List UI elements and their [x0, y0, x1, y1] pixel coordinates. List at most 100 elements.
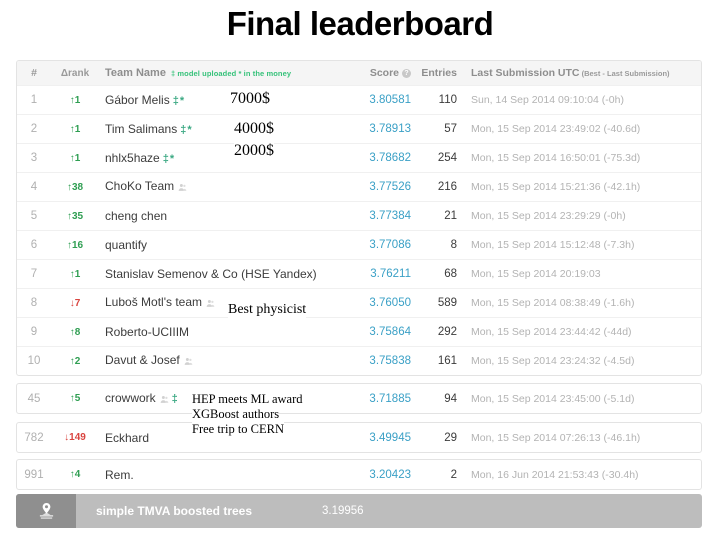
- row-entries: 94: [444, 392, 457, 405]
- row-entries: 2: [450, 468, 457, 481]
- row-last-submission: Mon, 15 Sep 2014 23:44:42 (-44d): [471, 326, 632, 338]
- row-delta-rank: ↑1: [69, 268, 81, 280]
- table-row[interactable]: 991 ↑4 Rem. 3.20423 2 Mon, 16 Jun 2014 21:53:…: [17, 460, 701, 489]
- team-name-text: Stanislav Semenov & Co (HSE Yandex): [105, 267, 317, 281]
- row-entries: 68: [444, 268, 457, 280]
- table-row[interactable]: 6 ↑16 quantify 3.77086 8 Mon, 15 Sep 2014 15:…: [17, 230, 701, 259]
- team-name-text: nhlx5haze: [105, 151, 160, 165]
- row-rank: 45: [27, 392, 41, 405]
- row-team-name[interactable]: Davut & Josef: [99, 353, 337, 369]
- table-row[interactable]: 10 ↑2 Davut & Josef 3.75838 161 Mon, 15 Sep 2…: [17, 346, 701, 375]
- model-uploaded-mark: ‡: [180, 124, 187, 136]
- row-rank: 8: [30, 297, 38, 309]
- page-title: Final leaderboard: [226, 5, 494, 42]
- table-row[interactable]: 2 ↑1 Tim Salimans ‡* 3.78913 57 Mon, 15 Sep 20…: [17, 114, 701, 143]
- row-delta-rank: ↑16: [66, 239, 84, 251]
- benchmark-team-name: simple TMVA boosted trees: [96, 504, 253, 518]
- team-name-text: Luboš Motl's team: [105, 295, 203, 309]
- question-mark-icon[interactable]: ?: [402, 69, 411, 78]
- table-row[interactable]: 4 ↑38 ChoKo Team 3.77526 216 Mon, 15 Sep 2014…: [17, 172, 701, 201]
- row-rank: 4: [30, 181, 38, 193]
- row-team-name[interactable]: Tim Salimans ‡*: [99, 122, 337, 136]
- annotation-hep-award-line1: HEP meets ML award: [192, 392, 303, 408]
- leaderboard: # Δrank Team Name ‡ model uploaded * in the…: [16, 60, 702, 528]
- benchmark-row[interactable]: simple TMVA boosted trees 3.19956: [16, 494, 702, 528]
- row-score: 3.78682: [369, 152, 411, 164]
- row-entries: 110: [438, 94, 457, 106]
- row-rank: 782: [24, 431, 44, 444]
- row-team-name[interactable]: Rem.: [99, 468, 337, 482]
- row-last-submission: Mon, 15 Sep 2014 23:45:00 (-5.1d): [471, 392, 635, 405]
- team-name-text: Eckhard: [105, 430, 150, 445]
- row-rank: 9: [30, 326, 38, 338]
- table-row[interactable]: 3 ↑1 nhlx5haze ‡* 3.78682 254 Mon, 15 Sep 2014…: [17, 143, 701, 172]
- row-score: 3.71885: [369, 392, 411, 405]
- row-entries: 589: [437, 297, 457, 309]
- row-last-submission: Mon, 15 Sep 2014 23:24:32 (-4.5d): [471, 355, 635, 367]
- row-entries: 8: [450, 239, 457, 251]
- table-row[interactable]: 5 ↑35 cheng chen 3.77384 21 Mon, 15 Sep 2014 …: [17, 201, 701, 230]
- row-team-name[interactable]: Roberto-UCIIIM: [99, 325, 337, 339]
- benchmark-score: 3.19956: [322, 505, 364, 517]
- row-delta-rank: ↑35: [66, 210, 84, 222]
- row-team-name[interactable]: ChoKo Team: [99, 179, 337, 195]
- row-team-name[interactable]: quantify: [99, 238, 337, 252]
- annotation-hep-award-line3: Free trip to CERN: [192, 422, 285, 438]
- row-last-submission: Mon, 15 Sep 2014 08:38:49 (-1.6h): [471, 297, 635, 309]
- row-entries: 254: [437, 152, 457, 164]
- header-legend: ‡ model uploaded * in the money: [170, 69, 292, 78]
- row-delta-rank: ↓149: [64, 432, 86, 443]
- header-last-submission[interactable]: Last Submission UTC (Best - Last Submiss…: [457, 67, 701, 79]
- row-delta-rank: ↑2: [69, 355, 81, 367]
- row-entries: 57: [444, 123, 457, 135]
- row-score: 3.76050: [369, 297, 411, 309]
- leaderboard-block: 45 ↑5 crowwork ‡ 3.71885 94 Mon, 15 Sep 2014 2…: [16, 383, 702, 414]
- table-header-row: # Δrank Team Name ‡ model uploaded * in the…: [17, 61, 701, 85]
- header-entries[interactable]: Entries: [411, 67, 457, 79]
- row-team-name[interactable]: nhlx5haze ‡*: [99, 151, 337, 165]
- row-rank: 2: [30, 123, 38, 135]
- leaderboard-block: # Δrank Team Name ‡ model uploaded * in the…: [16, 60, 702, 376]
- row-last-submission: Mon, 15 Sep 2014 15:12:48 (-7.3h): [471, 239, 635, 251]
- team-name-text: Roberto-UCIIIM: [105, 325, 190, 339]
- row-delta-rank: ↑1: [69, 123, 81, 135]
- header-team-name[interactable]: Team Name ‡ model uploaded * in the money: [99, 67, 337, 79]
- table-row[interactable]: 9 ↑8 Roberto-UCIIIM 3.75864 292 Mon, 15 Sep 2…: [17, 317, 701, 346]
- team-name-text: Gábor Melis: [105, 93, 170, 107]
- row-rank: 991: [24, 468, 44, 481]
- row-team-name[interactable]: Stanislav Semenov & Co (HSE Yandex): [99, 267, 337, 281]
- leaderboard-block: 782 ↓149 Eckhard 3.49945 29 Mon, 15 Sep 2014 …: [16, 422, 702, 453]
- row-last-submission: Mon, 15 Sep 2014 07:26:13 (-46.1h): [471, 431, 641, 444]
- in-the-money-mark: *: [179, 95, 185, 107]
- header-last-submission-note: (Best - Last Submission): [579, 69, 670, 78]
- row-delta-rank: ↑1: [69, 152, 81, 164]
- row-score: 3.49945: [369, 431, 411, 444]
- table-row[interactable]: 1 ↑1 Gábor Melis ‡* 3.80581 110 Sun, 14 Sep 20…: [17, 85, 701, 114]
- row-entries: 21: [444, 210, 457, 222]
- in-the-money-mark: *: [169, 153, 175, 165]
- row-delta-rank: ↑4: [69, 469, 81, 480]
- benchmark-marker-icon: [16, 494, 76, 528]
- row-score: 3.75838: [369, 355, 411, 367]
- row-score: 3.78913: [369, 123, 411, 135]
- team-name-text: Rem.: [105, 467, 134, 482]
- header-delta-rank[interactable]: Δrank: [51, 68, 99, 79]
- row-team-name[interactable]: Gábor Melis ‡*: [99, 93, 337, 107]
- table-row[interactable]: 45 ↑5 crowwork ‡ 3.71885 94 Mon, 15 Sep 2014 2…: [17, 384, 701, 413]
- row-team-name[interactable]: cheng chen: [99, 209, 337, 223]
- table-row[interactable]: 8 ↓7 Luboš Motl's team 3.76050 589 Mon, 15 Se…: [17, 288, 701, 317]
- row-last-submission: Sun, 14 Sep 2014 09:10:04 (-0h): [471, 94, 624, 106]
- team-members-icon: [206, 297, 215, 311]
- row-score: 3.80581: [369, 94, 411, 106]
- row-entries: 216: [437, 181, 457, 193]
- header-score[interactable]: Score?: [337, 67, 411, 79]
- row-score: 3.77384: [369, 210, 411, 222]
- row-entries: 161: [437, 355, 457, 367]
- row-score: 3.77526: [369, 181, 411, 193]
- in-the-money-mark: *: [187, 124, 192, 136]
- benchmark-block: simple TMVA boosted trees 3.19956: [16, 494, 702, 528]
- table-row[interactable]: 782 ↓149 Eckhard 3.49945 29 Mon, 15 Sep 2014 …: [17, 423, 701, 452]
- table-row[interactable]: 7 ↑1 Stanislav Semenov & Co (HSE Yandex) 3.…: [17, 259, 701, 288]
- row-last-submission: Mon, 15 Sep 2014 15:21:36 (-42.1h): [471, 181, 641, 193]
- team-name-text: cheng chen: [105, 209, 168, 223]
